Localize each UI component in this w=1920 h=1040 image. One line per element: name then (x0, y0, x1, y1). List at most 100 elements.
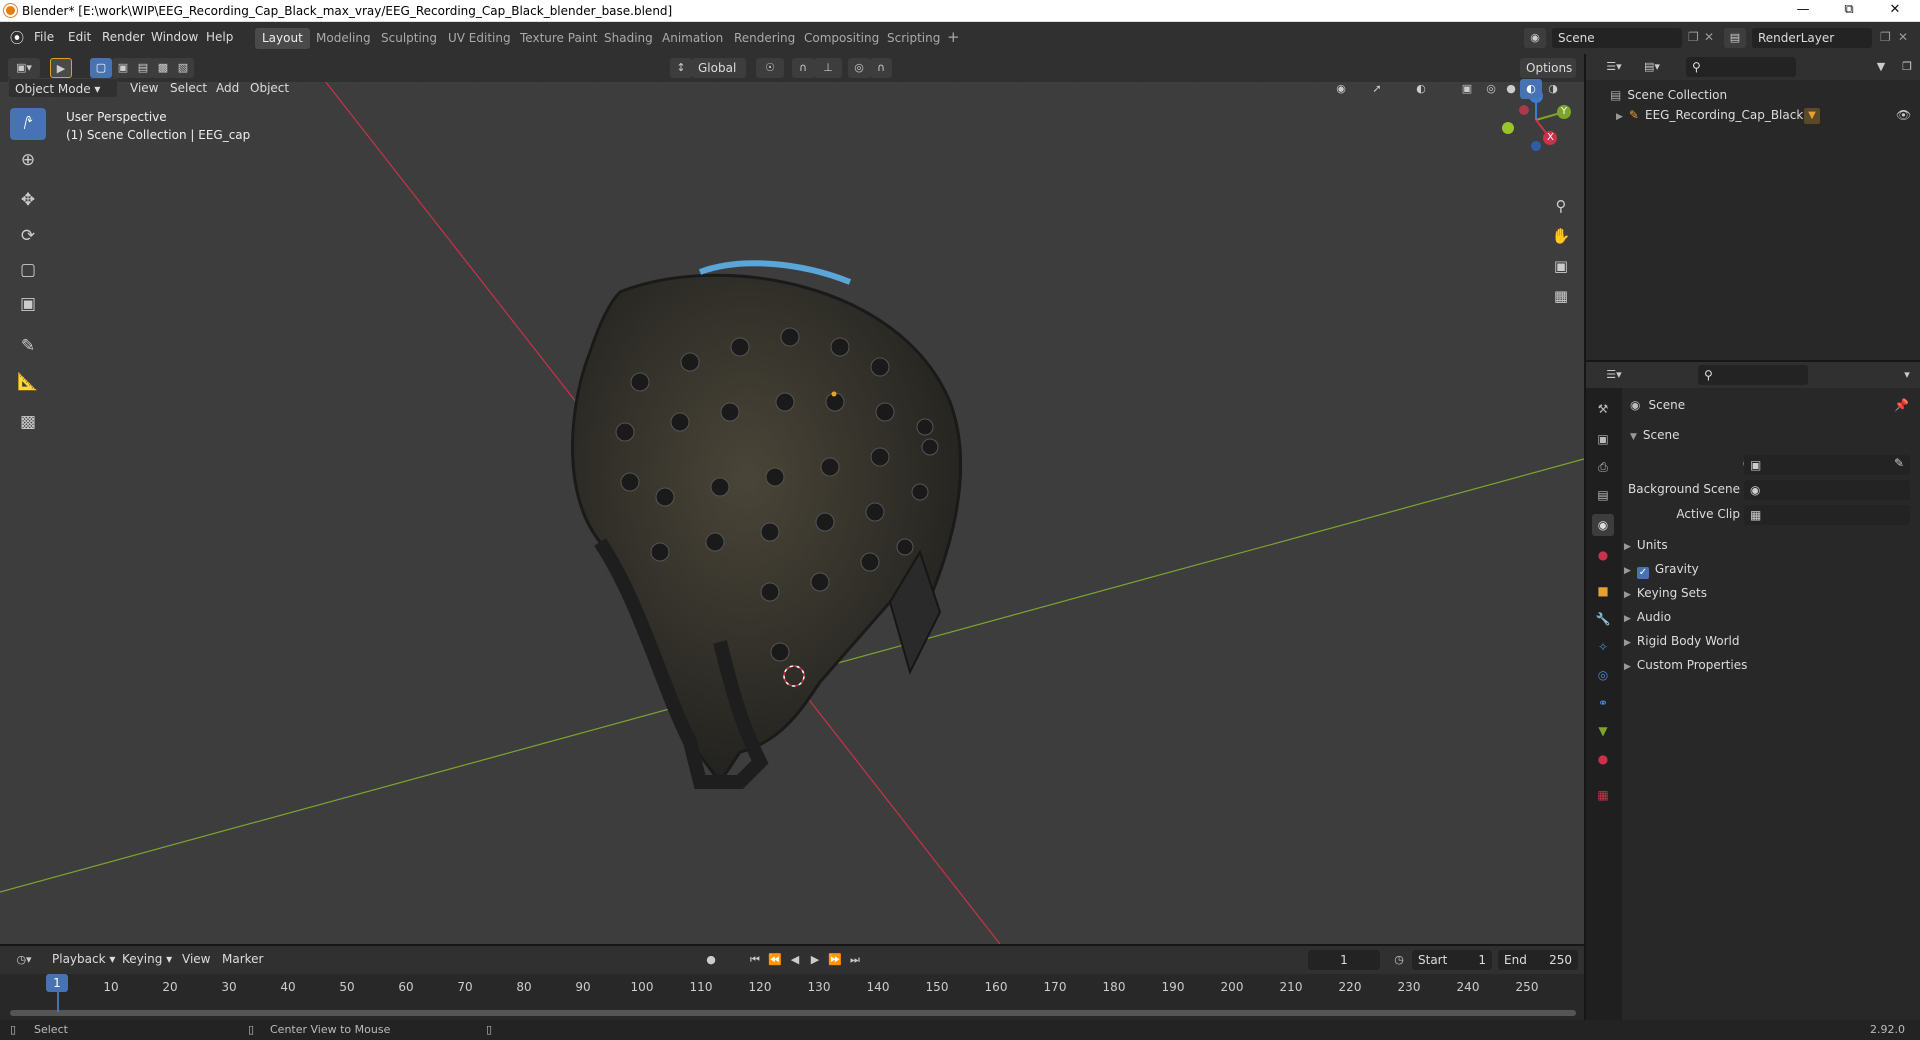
eyedropper-icon[interactable]: ✎ (1894, 456, 1904, 470)
gizmo-toggle-icon[interactable]: ➚ (1366, 79, 1388, 99)
properties-search-input[interactable]: ⚲ (1698, 365, 1808, 385)
transform-tool-icon[interactable]: ▣ (10, 288, 46, 320)
falloff-icon[interactable]: ∩ (870, 58, 892, 78)
panel-custom-properties[interactable]: ▶ Custom Properties (1624, 658, 1747, 672)
object-tab-icon[interactable]: ■ (1592, 580, 1614, 602)
outliner-search-input[interactable]: ⚲ (1686, 57, 1796, 77)
new-layer-icon[interactable]: ❐ (1880, 30, 1891, 44)
solid-shading-icon[interactable]: ● (1500, 79, 1522, 99)
orthographic-toggle-icon[interactable]: ▦ (1546, 282, 1576, 310)
tab-rendering[interactable]: Rendering (727, 28, 802, 49)
rotate-tool-icon[interactable]: ⟳ (10, 220, 46, 252)
camera-view-icon[interactable]: ▣ (1546, 252, 1576, 280)
outliner-editor-type-icon[interactable]: ☰▾ (1598, 57, 1630, 77)
editor-type-icon[interactable]: ▣▾ (8, 58, 40, 78)
tool-tab-icon[interactable]: ⚒ (1592, 398, 1614, 420)
pivot-point-icon[interactable]: ☉ (756, 58, 784, 78)
camera-field[interactable]: ▣ (1744, 455, 1910, 475)
select-intersect-icon[interactable]: ▧ (172, 58, 194, 78)
outliner-root[interactable]: ▤ Scene Collection (1610, 88, 1727, 102)
scene-selector-icon[interactable]: ◉ (1524, 28, 1546, 48)
render-layer-field[interactable]: RenderLayer (1752, 28, 1872, 48)
object-mode-dropdown[interactable]: Object Mode ▾ (8, 78, 118, 98)
output-tab-icon[interactable]: ⎙ (1592, 456, 1614, 478)
play-reverse-icon[interactable]: ◀ (784, 950, 806, 970)
current-frame-field[interactable]: 1 (1308, 950, 1380, 970)
menu-render[interactable]: Render (102, 30, 145, 44)
options-dropdown[interactable]: Options (1520, 58, 1576, 78)
transform-orientation-dropdown[interactable]: Global (692, 58, 746, 78)
panel-gravity[interactable]: ▶ ✓ Gravity (1624, 562, 1699, 579)
view-layer-icon[interactable]: ▤ (1724, 28, 1746, 48)
render-tab-icon[interactable]: ▣ (1592, 428, 1614, 450)
timeline-menu-playback[interactable]: Playback ▾ (52, 952, 115, 966)
panel-rigid-body-world[interactable]: ▶ Rigid Body World (1624, 634, 1739, 648)
material-tab-icon[interactable]: ● (1592, 748, 1614, 770)
pin-icon[interactable]: 📌 (1894, 398, 1909, 412)
overlay-toggle-icon[interactable]: ◐ (1410, 79, 1432, 99)
scale-tool-icon[interactable]: ▢ (10, 254, 46, 286)
scene-tab-icon[interactable]: ◉ (1592, 514, 1614, 536)
timeline-scrollbar[interactable] (10, 1010, 1576, 1016)
timeline-menu-marker[interactable]: Marker (222, 952, 263, 966)
panel-units[interactable]: ▶ Units (1624, 538, 1668, 552)
gravity-checkbox[interactable]: ✓ (1636, 567, 1649, 579)
move-tool-icon[interactable]: ✥ (10, 184, 46, 216)
annotate-tool-icon[interactable]: ✎ (10, 330, 46, 362)
tab-sculpting[interactable]: Sculpting (374, 28, 444, 49)
end-frame-field[interactable]: End 250 (1498, 950, 1578, 970)
preview-range-icon[interactable]: ◷ (1388, 950, 1410, 970)
jump-end-icon[interactable]: ⏭ (844, 950, 866, 970)
remove-scene-icon[interactable]: ✕ (1704, 30, 1714, 44)
wireframe-shading-icon[interactable]: ◎ (1480, 79, 1502, 99)
tab-shading[interactable]: Shading (597, 28, 660, 49)
outliner-item[interactable]: ▶ ✎ EEG_Recording_Cap_Black (1616, 108, 1803, 122)
add-cube-tool-icon[interactable]: ▩ (10, 406, 46, 438)
xray-toggle-icon[interactable]: ▣ (1456, 79, 1478, 99)
viewport-menu-object[interactable]: Object (250, 81, 289, 95)
viewport-menu-view[interactable]: View (130, 81, 158, 95)
orientation-icon[interactable]: ↕ (670, 58, 692, 78)
select-subtract-icon[interactable]: ▤ (132, 58, 154, 78)
select-new-icon[interactable]: ▢ (90, 58, 112, 78)
new-scene-icon[interactable]: ❐ (1688, 30, 1699, 44)
active-clip-field[interactable]: ▦ (1744, 505, 1910, 525)
record-keyframe-icon[interactable]: ● (700, 950, 722, 970)
menu-edit[interactable]: Edit (68, 30, 91, 44)
add-workspace-icon[interactable]: + (947, 28, 960, 46)
panel-audio[interactable]: ▶ Audio (1624, 610, 1671, 624)
jump-start-icon[interactable]: ⏮ (744, 950, 766, 970)
zoom-icon[interactable]: ⚲ (1546, 192, 1576, 220)
select-invert-icon[interactable]: ▩ (152, 58, 174, 78)
visibility-icon[interactable]: ◉ (1330, 79, 1352, 99)
viewport-menu-add[interactable]: Add (216, 81, 239, 95)
select-box-tool-icon[interactable]: ⭚ (10, 108, 46, 140)
material-shading-icon[interactable]: ◐ (1520, 79, 1542, 99)
timeline-menu-view[interactable]: View (182, 952, 210, 966)
close-button[interactable]: ✕ (1872, 0, 1918, 22)
menu-window[interactable]: Window (151, 30, 198, 44)
restore-button[interactable]: ⧉ (1826, 0, 1872, 22)
menu-file[interactable]: File (34, 30, 54, 44)
scene-section-header[interactable]: ▼ Scene (1630, 428, 1680, 442)
properties-options-icon[interactable]: ▾ (1896, 365, 1918, 385)
constraints-tab-icon[interactable]: ⚭ (1592, 692, 1614, 714)
physics-tab-icon[interactable]: ◎ (1592, 664, 1614, 686)
snap-target-icon[interactable]: ⊥ (814, 58, 842, 78)
playhead-frame[interactable]: 1 (46, 974, 68, 992)
select-extend-icon[interactable]: ▣ (112, 58, 134, 78)
panel-keying-sets[interactable]: ▶ Keying Sets (1624, 586, 1707, 600)
blender-menu-icon[interactable]: ⦿ (10, 28, 24, 48)
start-frame-field[interactable]: Start 1 (1412, 950, 1492, 970)
viewport-menu-select[interactable]: Select (170, 81, 207, 95)
tab-compositing[interactable]: Compositing (797, 28, 886, 49)
remove-layer-icon[interactable]: ✕ (1898, 30, 1908, 44)
jump-keyframe-forward-icon[interactable]: ⏩ (824, 950, 846, 970)
tab-layout[interactable]: Layout (255, 28, 310, 49)
new-collection-icon[interactable]: ❐ (1896, 57, 1918, 77)
timeline-menu-keying[interactable]: Keying ▾ (122, 952, 172, 966)
pan-hand-icon[interactable]: ✋ (1546, 222, 1576, 250)
proportional-edit-icon[interactable]: ◎ (848, 58, 870, 78)
filter-icon[interactable]: ▼ (1866, 57, 1896, 77)
background-scene-field[interactable]: ◉ (1744, 480, 1910, 500)
